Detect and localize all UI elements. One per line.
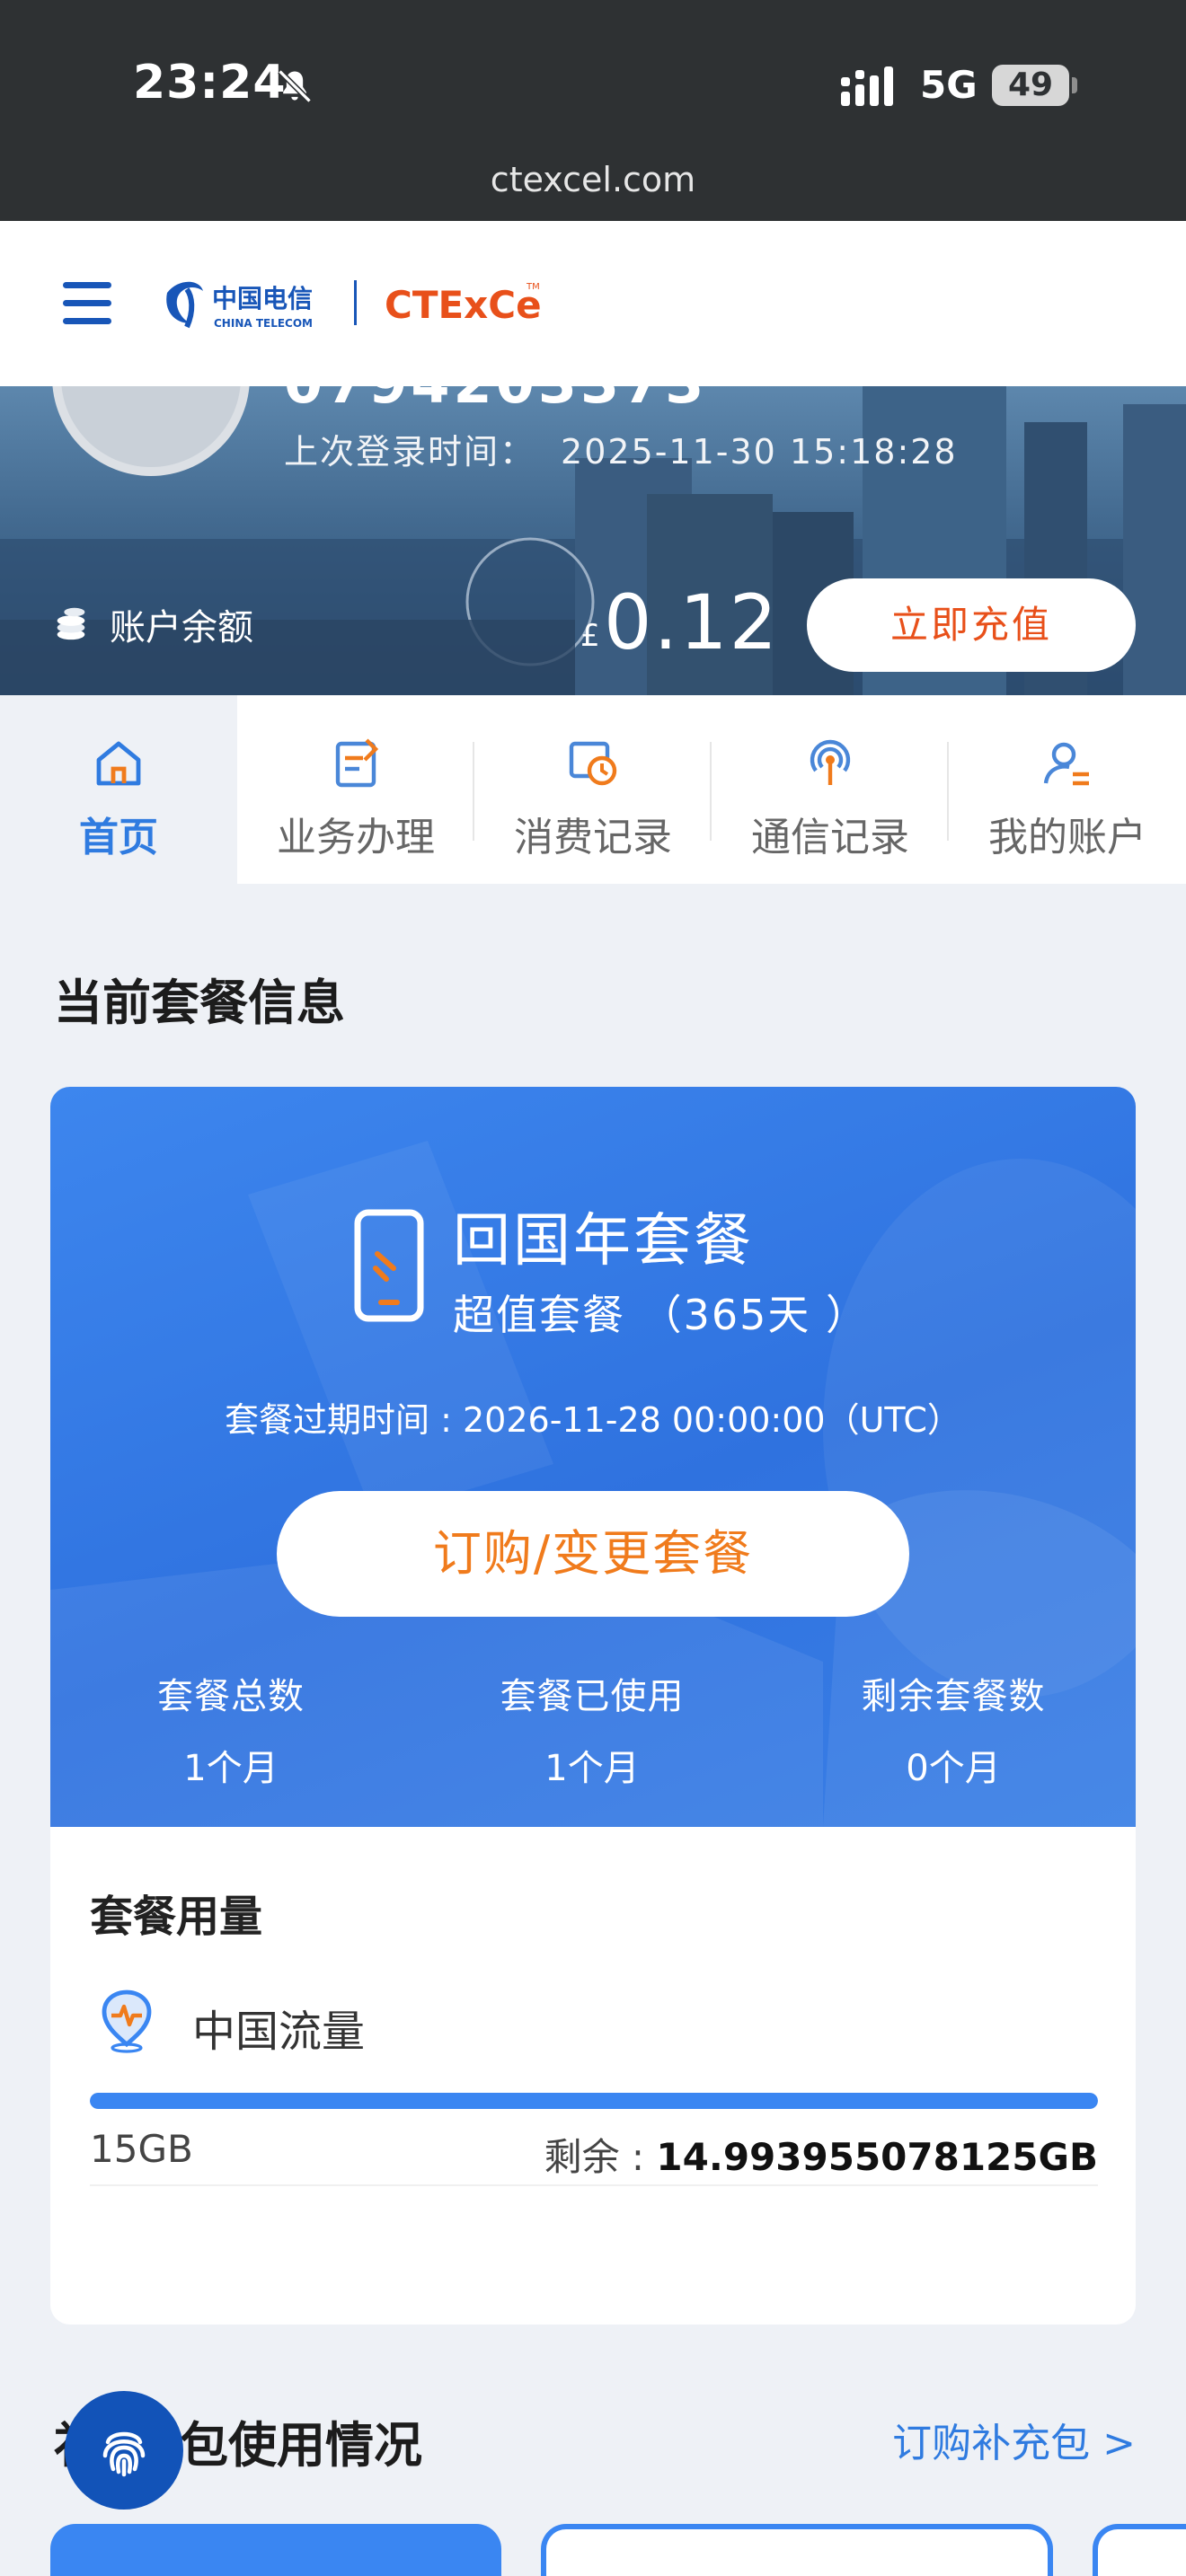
stat-label: 套餐已使用 bbox=[500, 1676, 685, 1717]
balance-label: 账户余额 bbox=[110, 607, 253, 648]
url-bar[interactable]: ctexcel.com bbox=[0, 160, 1186, 199]
tab-label: 我的账户 bbox=[988, 815, 1146, 860]
usage-total: 15GB bbox=[90, 2127, 193, 2171]
bell-muted-icon bbox=[278, 69, 312, 103]
stat-value: 0个月 bbox=[906, 1748, 1001, 1789]
stat-plan-total: 套餐总数 1个月 bbox=[50, 1667, 412, 1791]
hamburger-menu-icon[interactable] bbox=[59, 275, 115, 331]
account-banner: 0794203373 上次登录时间： 2025-11-30 15:18:28 账户… bbox=[0, 386, 1186, 695]
plan-card: 回国年套餐 超值套餐 （365天 ） 套餐过期时间 : 2026-11-28 0… bbox=[50, 1087, 1136, 1827]
fingerprint-icon bbox=[102, 2431, 146, 2477]
tab-business[interactable]: 业务办理 bbox=[237, 695, 474, 884]
usage-progress-bar bbox=[90, 2093, 1098, 2109]
recharge-button[interactable]: 立即充值 bbox=[807, 578, 1136, 672]
balance-amount: 0.12 bbox=[604, 578, 780, 666]
plan-expire-time: 套餐过期时间 : 2026-11-28 00:00:00（UTC） bbox=[225, 1400, 961, 1440]
addon-card[interactable] bbox=[541, 2524, 1053, 2576]
section-title-current-plan: 当前套餐信息 bbox=[54, 975, 345, 1031]
usage-remaining: 剩余 : 14.993955078125GB bbox=[544, 2127, 1098, 2182]
battery-icon: 49 bbox=[992, 65, 1069, 106]
last-login: 上次登录时间： 2025-11-30 15:18:28 bbox=[284, 424, 958, 473]
stat-value: 1个月 bbox=[183, 1748, 279, 1789]
stat-label: 套餐总数 bbox=[157, 1676, 305, 1717]
svg-text:CTExCeL: CTExCeL bbox=[385, 283, 541, 327]
addon-card[interactable] bbox=[50, 2524, 501, 2576]
usage-item-name: 中国流量 bbox=[192, 2007, 366, 2057]
data-shield-icon bbox=[102, 1989, 152, 2053]
app-header: 中国电信 CHINA TELECOM CTExCeL TM bbox=[0, 221, 1186, 386]
nav-tabs: 首页 业务办理 消费记录 通信记录 我的账户 bbox=[0, 695, 1186, 884]
tab-home[interactable]: 首页 bbox=[0, 695, 237, 884]
addon-card[interactable] bbox=[1093, 2524, 1186, 2576]
divider bbox=[90, 2184, 1098, 2186]
usage-remaining-label: 剩余 : bbox=[544, 2135, 657, 2179]
smartphone-icon bbox=[354, 1209, 424, 1322]
svg-text:CHINA TELECOM: CHINA TELECOM bbox=[214, 317, 313, 330]
balance-currency: £ bbox=[580, 618, 600, 654]
status-bar: 23:24 5G 49 ctexcel.com bbox=[0, 0, 1186, 221]
network-type: 5G bbox=[920, 63, 978, 107]
order-change-plan-button[interactable]: 订购/变更套餐 bbox=[277, 1491, 909, 1617]
ctexcel-logo[interactable]: CTExCeL TM bbox=[385, 273, 541, 336]
coins-icon bbox=[57, 607, 85, 640]
stat-label: 剩余套餐数 bbox=[861, 1676, 1046, 1717]
plan-name: 回国年套餐 bbox=[453, 1208, 754, 1275]
tab-label: 业务办理 bbox=[277, 815, 435, 860]
usage-card: 套餐用量 中国流量 15GB 剩余 : 14.993955078125GB bbox=[50, 1827, 1136, 2325]
tab-label: 消费记录 bbox=[514, 815, 672, 860]
svg-text:TM: TM bbox=[526, 282, 540, 292]
fingerprint-button[interactable] bbox=[65, 2391, 183, 2510]
order-addon-link[interactable]: 订购补充包 > bbox=[892, 2411, 1136, 2468]
plan-subtitle: 超值套餐 （365天 ） bbox=[453, 1291, 870, 1339]
user-account-icon bbox=[1043, 742, 1089, 786]
stat-value: 1个月 bbox=[544, 1748, 640, 1789]
usage-remaining-value: 14.993955078125GB bbox=[656, 2135, 1098, 2179]
tab-communication-record[interactable]: 通信记录 bbox=[712, 695, 949, 884]
usage-title: 套餐用量 bbox=[90, 1892, 263, 1942]
usage-progress-fill bbox=[90, 2093, 1098, 2109]
logo-divider bbox=[354, 280, 357, 325]
status-time: 23:24 bbox=[133, 56, 287, 110]
china-telecom-logo[interactable]: 中国电信 CHINA TELECOM bbox=[160, 275, 331, 334]
tab-label: 通信记录 bbox=[751, 815, 909, 860]
last-login-label: 上次登录时间： bbox=[284, 432, 536, 472]
tab-consumption-record[interactable]: 消费记录 bbox=[474, 695, 712, 884]
home-icon bbox=[96, 741, 141, 786]
last-login-time: 2025-11-30 15:18:28 bbox=[561, 432, 958, 472]
battery-tip bbox=[1072, 77, 1077, 93]
signal-broadcast-icon bbox=[810, 739, 851, 785]
tab-my-account[interactable]: 我的账户 bbox=[949, 695, 1186, 884]
cell-signal-icon bbox=[841, 66, 893, 106]
stat-plan-remaining: 剩余套餐数 0个月 bbox=[773, 1667, 1134, 1791]
phone-number: 0794203373 bbox=[284, 386, 707, 416]
stat-plan-used: 套餐已使用 1个月 bbox=[412, 1667, 773, 1791]
tab-label: 首页 bbox=[79, 815, 158, 860]
edit-document-icon bbox=[335, 738, 379, 788]
addon-section-title: 包使用情况 bbox=[180, 2417, 422, 2474]
clock-record-icon bbox=[569, 741, 617, 786]
svg-text:中国电信: 中国电信 bbox=[212, 284, 313, 313]
